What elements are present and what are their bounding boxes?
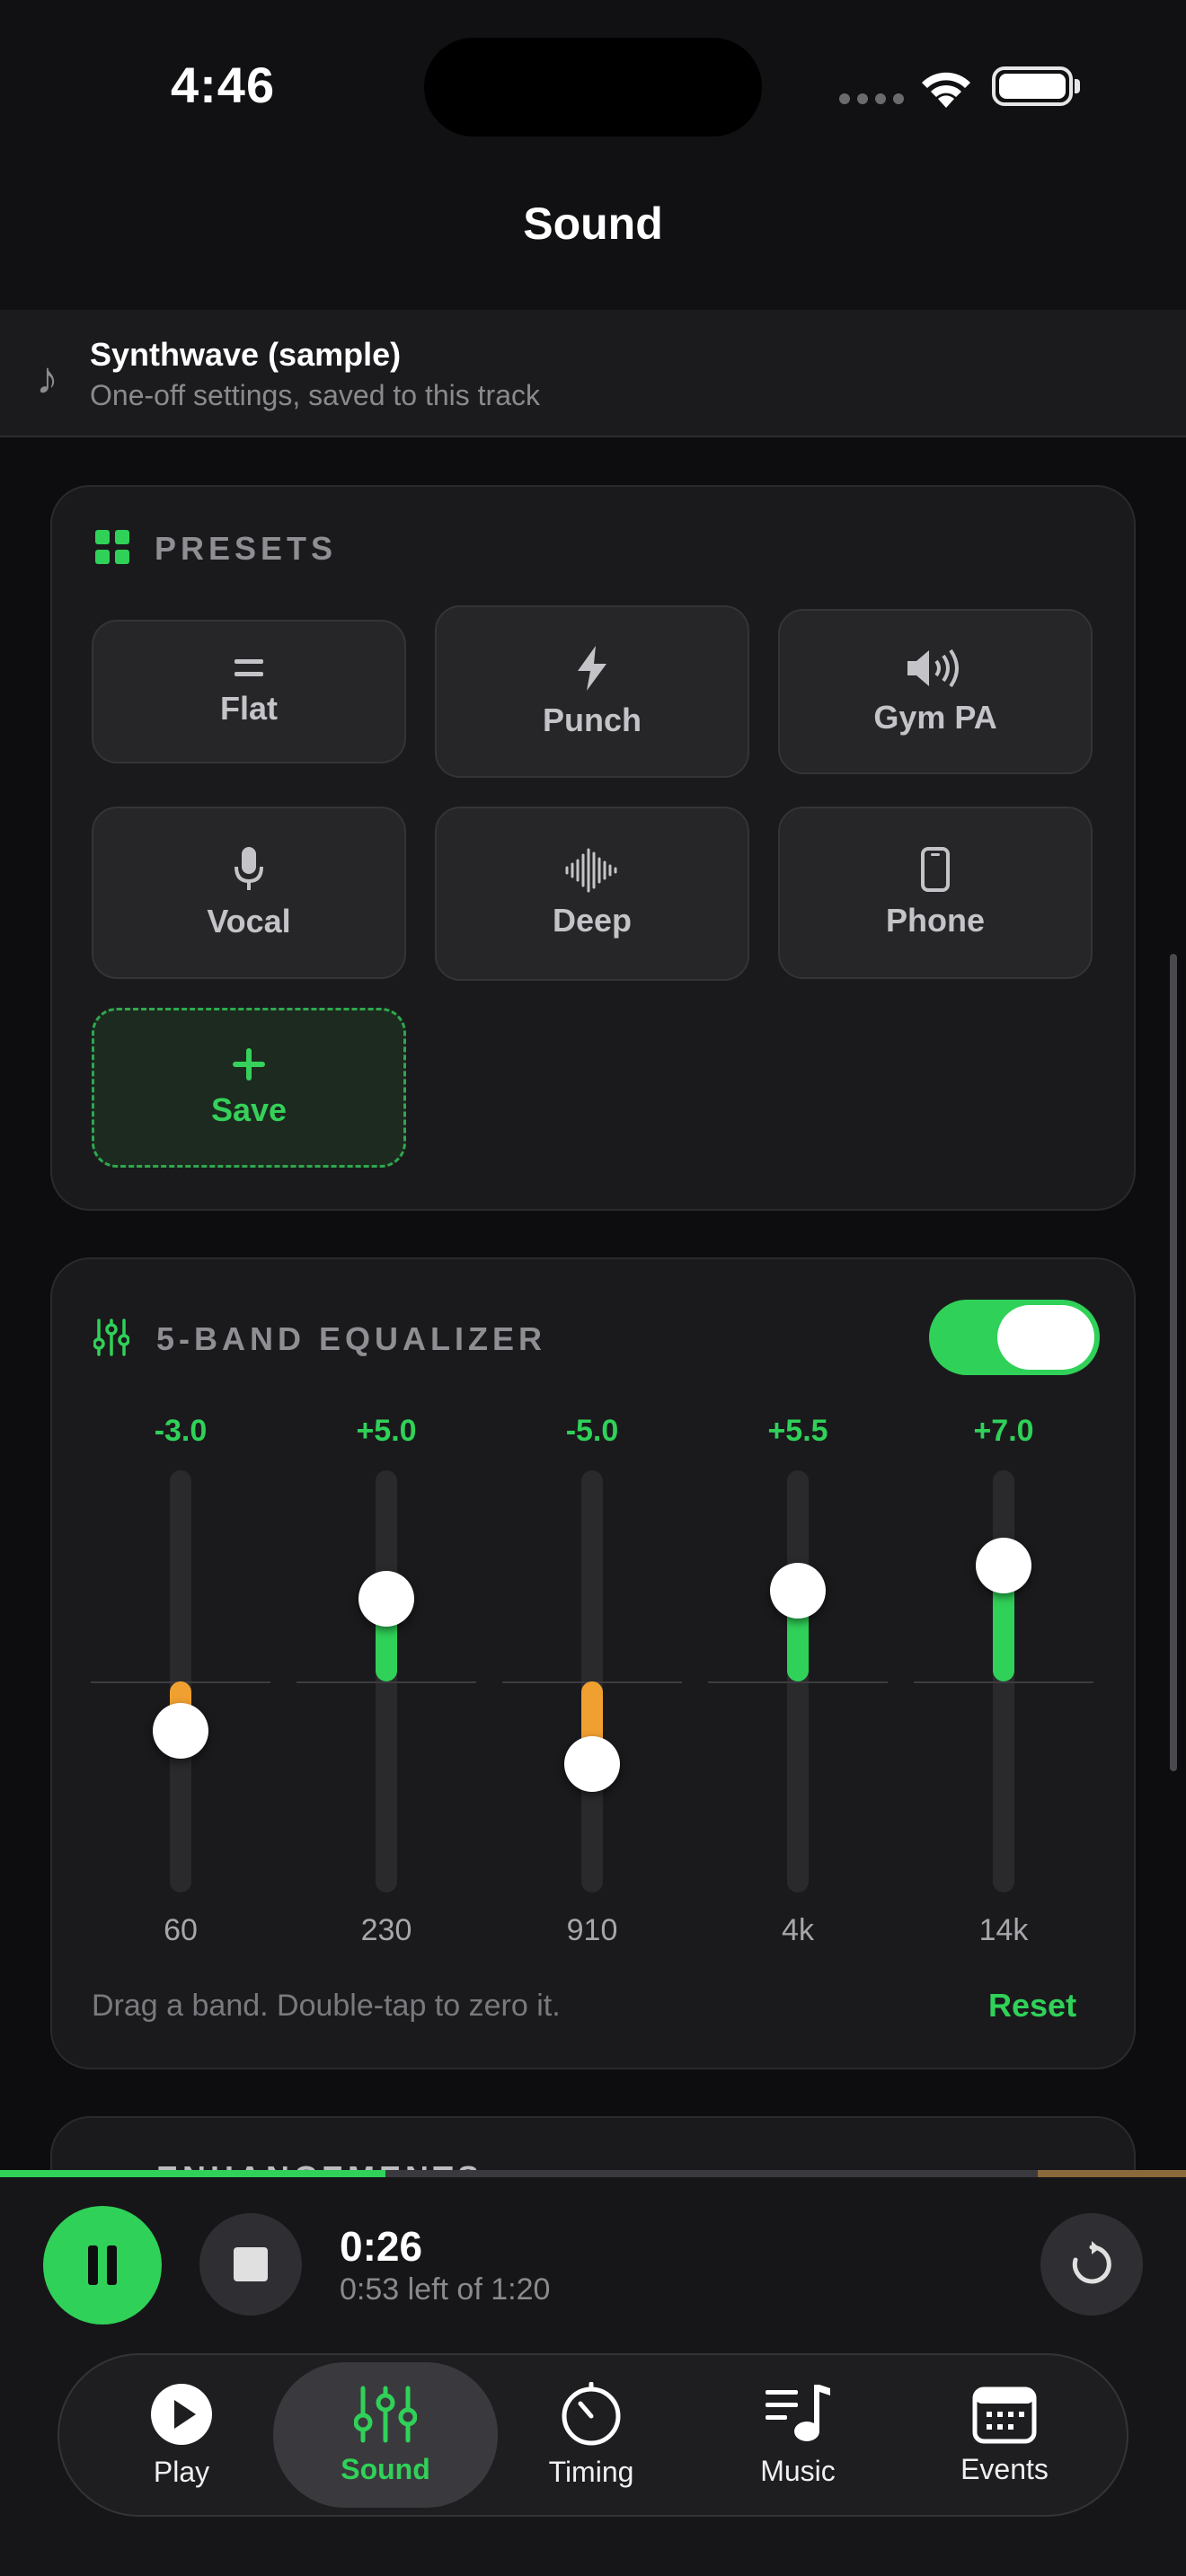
eq-band-knob[interactable] xyxy=(770,1562,826,1619)
waveform-icon xyxy=(565,848,617,893)
tab-label: Events xyxy=(960,2452,1049,2485)
page-title: Sound xyxy=(523,198,663,249)
eq-band-knob[interactable] xyxy=(976,1537,1031,1593)
bolt-icon xyxy=(578,646,606,691)
playback-progress-end-marker xyxy=(1038,2170,1186,2177)
preset-label: Phone xyxy=(885,902,985,939)
track-banner[interactable] xyxy=(0,310,1186,437)
tab-label: Timing xyxy=(548,2455,634,2488)
equals-icon xyxy=(235,659,263,676)
equalizer-toggle[interactable] xyxy=(929,1300,1100,1375)
grid-icon xyxy=(95,530,129,564)
sliders-icon xyxy=(354,2386,417,2442)
tab-play[interactable]: Play xyxy=(74,2362,289,2508)
speaker-icon xyxy=(907,648,959,688)
stop-icon xyxy=(234,2247,268,2281)
cellular-signal-icon xyxy=(839,93,904,104)
microphone-icon xyxy=(235,847,263,890)
wifi-icon xyxy=(922,72,970,108)
eq-band-frequency: 910 xyxy=(566,1913,618,1947)
preset-label: Flat xyxy=(219,690,278,727)
tab-label: Sound xyxy=(341,2452,430,2485)
tab-label: Play xyxy=(153,2455,210,2488)
elapsed-time: 0:26 xyxy=(340,2223,423,2270)
tab-events[interactable]: Events xyxy=(897,2362,1112,2508)
remaining-time: 0:53 left of 1:20 xyxy=(340,2272,551,2307)
equalizer-title: 5-BAND EQUALIZER xyxy=(156,1320,547,1357)
preset-label: Gym PA xyxy=(873,699,997,736)
preset-gym-pa[interactable]: Gym PA xyxy=(778,609,1093,774)
presets-title: PRESETS xyxy=(155,530,338,567)
music-note-icon xyxy=(766,2384,830,2441)
replay-button[interactable] xyxy=(1040,2213,1143,2316)
save-preset-button[interactable]: Save xyxy=(92,1008,406,1168)
plus-icon xyxy=(233,1048,265,1081)
stop-button[interactable] xyxy=(199,2213,302,2316)
timer-icon xyxy=(562,2381,621,2445)
calendar-icon xyxy=(972,2386,1037,2443)
play-icon xyxy=(151,2383,212,2445)
scrollbar[interactable] xyxy=(1170,954,1177,1771)
eq-band-knob[interactable] xyxy=(564,1736,620,1793)
eq-zero-line xyxy=(914,1681,1093,1683)
reset-button[interactable]: Reset xyxy=(988,1987,1076,2025)
eq-band-value: -3.0 xyxy=(154,1414,208,1448)
status-time: 4:46 xyxy=(171,57,276,113)
preset-deep[interactable]: Deep xyxy=(435,807,749,981)
track-name: Synthwave (sample) xyxy=(90,336,402,373)
preset-flat[interactable]: Flat xyxy=(92,620,406,763)
eq-band-value: +7.0 xyxy=(973,1414,1034,1448)
eq-zero-line xyxy=(708,1681,888,1683)
replay-icon xyxy=(1072,2241,1111,2284)
track-subtitle: One-off settings, saved to this track xyxy=(90,379,540,411)
eq-band-value: -5.0 xyxy=(565,1414,619,1448)
eq-zero-line xyxy=(296,1681,476,1683)
eq-band-frequency: 60 xyxy=(164,1913,198,1947)
tab-label: Music xyxy=(760,2454,836,2487)
battery-tip xyxy=(1075,79,1080,93)
tab-music[interactable]: Music xyxy=(690,2362,906,2508)
sliders-icon xyxy=(93,1319,129,1356)
battery-icon xyxy=(992,66,1073,106)
preset-vocal[interactable]: Vocal xyxy=(92,807,406,979)
pause-icon xyxy=(88,2245,117,2285)
eq-band-frequency: 4k xyxy=(782,1913,814,1947)
tab-timing[interactable]: Timing xyxy=(483,2362,699,2508)
save-label: Save xyxy=(210,1091,288,1128)
preset-label: Punch xyxy=(542,701,642,738)
eq-band-knob[interactable] xyxy=(358,1570,414,1627)
eq-band-knob[interactable] xyxy=(153,1703,208,1760)
eq-band-frequency: 14k xyxy=(978,1913,1029,1947)
preset-punch[interactable]: Punch xyxy=(435,605,749,778)
preset-label: Deep xyxy=(552,902,633,939)
music-note-icon: ♪ xyxy=(36,353,58,403)
preset-label: Vocal xyxy=(207,903,291,940)
eq-band-frequency: 230 xyxy=(360,1913,412,1947)
eq-band-value: +5.0 xyxy=(356,1414,417,1448)
tab-sound[interactable]: Sound xyxy=(273,2362,498,2508)
dynamic-island xyxy=(424,38,762,137)
equalizer-hint: Drag a band. Double-tap to zero it. xyxy=(92,1989,561,2023)
playback-progress-fill xyxy=(0,2170,385,2177)
preset-phone[interactable]: Phone xyxy=(778,807,1093,979)
phone-icon xyxy=(921,847,950,892)
eq-band-value: +5.5 xyxy=(767,1414,828,1448)
toggle-knob xyxy=(997,1305,1094,1370)
pause-button[interactable] xyxy=(43,2206,162,2325)
